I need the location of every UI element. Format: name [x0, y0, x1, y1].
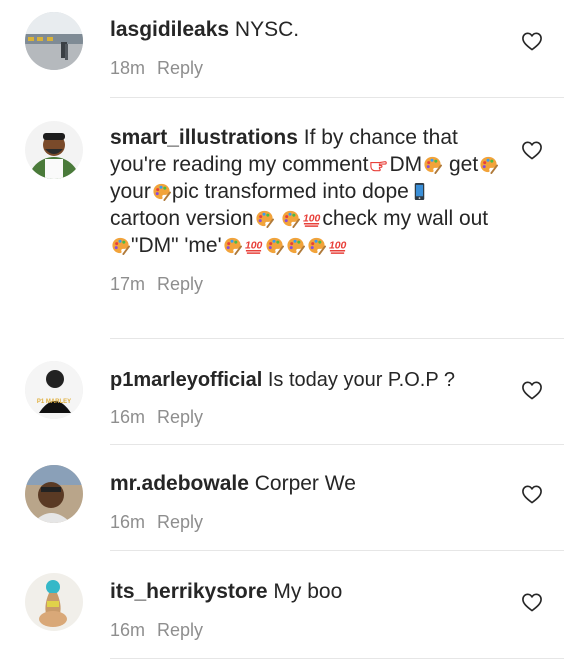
comment-timestamp: 16m	[110, 512, 146, 532]
like-heart-icon[interactable]	[521, 484, 543, 504]
avatar[interactable]	[25, 465, 83, 523]
artist-palette-emoji-icon	[479, 155, 498, 174]
reply-button[interactable]: Reply	[157, 58, 203, 78]
reply-button[interactable]: Reply	[157, 620, 203, 640]
comment-body: "DM" 'me'	[131, 234, 222, 257]
comment-text: lasgidileaks NYSC.	[110, 16, 500, 43]
comment-body: Corper We	[248, 472, 356, 495]
artist-palette-emoji-icon	[111, 236, 130, 255]
comment-text: mr.adebowale Corper We	[110, 470, 500, 497]
comment-body: cartoon version	[110, 207, 254, 230]
comment-timestamp: 16m	[110, 620, 146, 640]
comment-timestamp: 17m	[110, 274, 146, 294]
avatar-logo-text: P1 MARLEY	[37, 399, 71, 405]
like-heart-icon[interactable]	[521, 380, 543, 400]
comment-meta: 18m Reply	[110, 57, 500, 79]
hundred-points-emoji-icon	[302, 209, 321, 228]
comment-username[interactable]: lasgidileaks	[110, 18, 229, 41]
comment-meta: 16m Reply	[110, 511, 500, 533]
comment-body: DM	[389, 153, 423, 176]
avatar[interactable]	[25, 12, 83, 70]
comment-meta: 17m Reply	[110, 273, 500, 295]
artist-palette-emoji-icon	[286, 236, 305, 255]
comment-body: your	[110, 180, 151, 203]
divider	[110, 658, 564, 659]
avatar[interactable]	[25, 121, 83, 179]
mobile-phone-emoji-icon	[410, 182, 429, 201]
like-heart-icon[interactable]	[521, 31, 543, 51]
avatar[interactable]: P1 MARLEY	[25, 361, 83, 419]
comment-body: Is today your P.O.P ?	[262, 369, 456, 391]
divider	[110, 444, 564, 445]
comment-text: p1marleyofficial Is today your P.O.P ?	[110, 367, 500, 394]
comment-username[interactable]: mr.adebowale	[110, 472, 249, 495]
divider	[110, 97, 564, 98]
comment-body: My boo	[267, 580, 343, 603]
hundred-points-emoji-icon	[328, 236, 347, 255]
comment-username[interactable]: smart_illustrations	[110, 126, 298, 149]
comment-meta: 16m Reply	[110, 619, 500, 641]
comment-body: get	[443, 153, 479, 176]
comment-timestamp: 18m	[110, 58, 146, 78]
comment-username[interactable]: p1marleyofficial	[110, 369, 262, 391]
pointing-hand-emoji-icon	[369, 155, 388, 174]
comment-body: NYSC.	[229, 18, 300, 41]
comment-meta: 16m Reply	[110, 406, 500, 428]
reply-button[interactable]: Reply	[157, 407, 203, 427]
comment-text: smart_illustrations If by chance that yo…	[110, 124, 500, 259]
comment-username[interactable]: its_herrikystore	[110, 580, 268, 603]
reply-button[interactable]: Reply	[157, 274, 203, 294]
reply-button[interactable]: Reply	[157, 512, 203, 532]
artist-palette-emoji-icon	[152, 182, 171, 201]
artist-palette-emoji-icon	[223, 236, 242, 255]
like-heart-icon[interactable]	[521, 592, 543, 612]
artist-palette-emoji-icon	[307, 236, 326, 255]
avatar[interactable]	[25, 573, 83, 631]
comment-body: check my wall out	[322, 207, 489, 230]
divider	[110, 550, 564, 551]
comment-text: its_herrikystore My boo	[110, 578, 500, 605]
artist-palette-emoji-icon	[265, 236, 284, 255]
hundred-points-emoji-icon	[244, 236, 263, 255]
artist-palette-emoji-icon	[281, 209, 300, 228]
comment-timestamp: 16m	[110, 407, 146, 427]
like-heart-icon[interactable]	[521, 140, 543, 160]
artist-palette-emoji-icon	[423, 155, 442, 174]
artist-palette-emoji-icon	[255, 209, 274, 228]
comment-body: pic transformed into dope	[171, 180, 409, 203]
divider	[110, 338, 564, 339]
